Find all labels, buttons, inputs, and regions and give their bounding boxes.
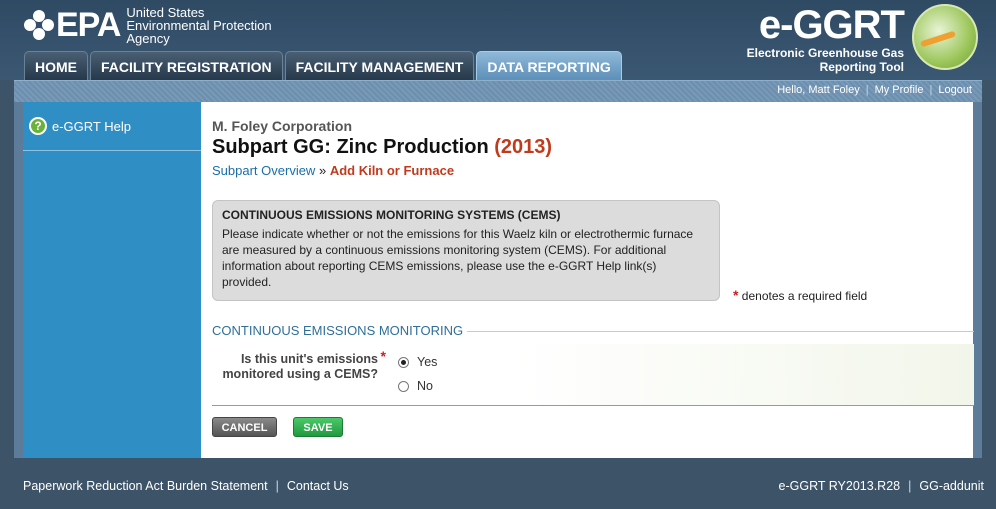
epa-flower-icon: [24, 9, 54, 40]
ggrt-title: e-GGRT: [758, 3, 905, 47]
tab-data-reporting[interactable]: DATA REPORTING: [476, 51, 622, 80]
tab-facility-registration[interactable]: FACILITY REGISTRATION: [90, 51, 283, 80]
paperwork-reduction-link[interactable]: Paperwork Reduction Act Burden Statement: [23, 479, 268, 493]
ggrt-logo: e-GGRT Electronic Greenhouse Gas Reporti…: [746, 3, 905, 74]
tab-home[interactable]: HOME: [24, 51, 88, 80]
sidebar-item-help[interactable]: ? e-GGRT Help: [23, 102, 201, 151]
radio-yes-label: Yes: [417, 355, 438, 369]
required-asterisk: *: [380, 348, 386, 364]
cems-form: Is this unit's emissions monitored using…: [212, 344, 974, 406]
divider: |: [865, 84, 869, 96]
footer-links: Paperwork Reduction Act Burden Statement…: [23, 479, 349, 493]
user-strip: Hello, Matt Foley | My Profile | Logout: [14, 80, 982, 102]
divider: |: [929, 84, 933, 96]
page-title: Subpart GG: Zinc Production (2013): [212, 136, 553, 158]
info-box-text: Please indicate whether or not the emiss…: [222, 227, 694, 289]
epa-wordmark: EPA: [56, 5, 121, 44]
breadcrumb: Subpart Overview » Add Kiln or Furnace: [212, 163, 454, 178]
page-id-text: GG-addunit: [919, 479, 984, 493]
breadcrumb-subpart-overview[interactable]: Subpart Overview: [212, 163, 315, 178]
sidebar: ? e-GGRT Help: [23, 102, 201, 458]
radio-yes[interactable]: [398, 356, 409, 368]
logout-link[interactable]: Logout: [938, 84, 972, 96]
section-title: CONTINUOUS EMISSIONS MONITORING: [212, 323, 468, 338]
radio-option-no[interactable]: No: [398, 379, 433, 393]
my-profile-link[interactable]: My Profile: [875, 84, 924, 96]
radio-option-yes[interactable]: Yes: [398, 355, 437, 369]
ggrt-subtitle-2: Reporting Tool: [819, 60, 904, 74]
agency-name: United States Environmental Protection A…: [126, 5, 272, 46]
main-nav: HOME FACILITY REGISTRATION FACILITY MANA…: [24, 51, 624, 80]
help-icon: ?: [29, 117, 47, 135]
egret-logo-icon: [912, 4, 978, 70]
divider: |: [275, 479, 279, 493]
footer: Paperwork Reduction Act Burden Statement…: [0, 470, 996, 500]
company-name: M. Foley Corporation: [212, 118, 352, 134]
section-header: CONTINUOUS EMISSIONS MONITORING: [212, 323, 974, 338]
main-content: M. Foley Corporation Subpart GG: Zinc Pr…: [201, 102, 974, 458]
required-asterisk: *: [733, 287, 739, 303]
required-field-note: * denotes a required field: [733, 287, 868, 303]
version-text: e-GGRT RY2013.R28: [778, 479, 901, 493]
breadcrumb-current: Add Kiln or Furnace: [329, 163, 455, 178]
radio-no[interactable]: [398, 380, 409, 392]
content-frame: ? e-GGRT Help M. Foley Corporation Subpa…: [14, 102, 982, 458]
sidebar-item-label: e-GGRT Help: [52, 118, 131, 134]
breadcrumb-separator: »: [318, 163, 327, 178]
header: EPA United States Environmental Protecti…: [0, 0, 996, 80]
ggrt-subtitle-1: Electronic Greenhouse Gas: [746, 46, 904, 60]
radio-no-label: No: [417, 379, 433, 393]
tab-facility-management[interactable]: FACILITY MANAGEMENT: [284, 51, 475, 80]
save-button[interactable]: SAVE: [293, 417, 343, 437]
user-bar: Hello, Matt Foley | My Profile | Logout: [777, 84, 972, 96]
cems-question-label: Is this unit's emissions monitored using…: [222, 348, 386, 382]
cancel-button[interactable]: CANCEL: [212, 417, 277, 437]
info-box-title: CONTINUOUS EMISSIONS MONITORING SYSTEMS …: [222, 208, 561, 222]
user-greeting: Hello, Matt Foley: [777, 84, 860, 96]
reporting-year: (2013): [494, 136, 553, 158]
contact-us-link[interactable]: Contact Us: [287, 479, 349, 493]
cems-info-box: CONTINUOUS EMISSIONS MONITORING SYSTEMS …: [212, 200, 720, 301]
epa-logo[interactable]: EPA United States Environmental Protecti…: [24, 4, 272, 45]
footer-version: e-GGRT RY2013.R28 | GG-addunit: [779, 479, 984, 493]
divider: |: [908, 479, 912, 493]
